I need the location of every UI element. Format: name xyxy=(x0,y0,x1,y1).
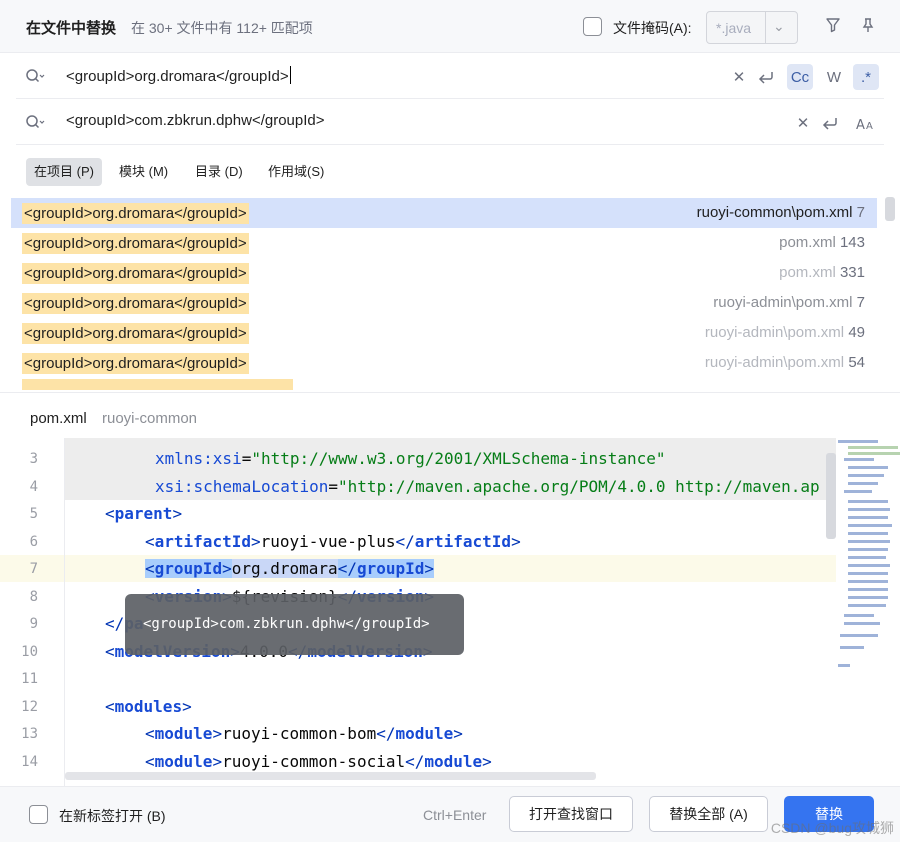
result-location: ruoyi-admin\pom.xml 54 xyxy=(704,354,865,371)
result-location: pom.xml 331 xyxy=(779,264,865,281)
editor-horizontal-scrollbar[interactable] xyxy=(65,772,596,780)
result-match: <groupId>org.dromara</groupId> xyxy=(22,233,249,254)
line-number: 8 xyxy=(29,589,38,605)
replace-all-button[interactable]: 替换全部 (A) xyxy=(649,796,768,832)
code-line-4: xsi:schemaLocation="http://maven.apache.… xyxy=(155,477,820,496)
result-match: <groupId>org.dromara</groupId> xyxy=(22,263,249,284)
code-line-14: <module>ruoyi-common-social</module> xyxy=(145,752,492,771)
result-row[interactable]: <groupId>org.dromara</groupId> pom.xml 1… xyxy=(11,228,877,258)
result-row[interactable]: <groupId>org.dromara</groupId> ruoyi-adm… xyxy=(11,288,877,318)
result-location: ruoyi-admin\pom.xml 7 xyxy=(713,294,865,311)
line-number: 3 xyxy=(29,451,38,467)
code-line-7: <groupId>org.dromara</groupId> xyxy=(145,559,435,578)
tab-in-project[interactable]: 在项目 (P) xyxy=(26,158,102,186)
result-match: <groupId>org.dromara</groupId> xyxy=(22,203,249,224)
replacement-preview-tooltip: <groupId>com.zbkrun.dphw</groupId> xyxy=(125,594,464,655)
newline-icon[interactable] xyxy=(753,64,779,90)
line-number: 10 xyxy=(21,644,38,660)
line-number: 12 xyxy=(21,699,38,715)
replace-history-icon[interactable] xyxy=(24,111,46,133)
line-number: 11 xyxy=(21,671,38,687)
search-history-icon[interactable] xyxy=(24,65,46,87)
clear-replace-icon[interactable]: ✕ xyxy=(790,110,816,136)
open-in-new-tab-checkbox[interactable] xyxy=(29,805,48,824)
search-input[interactable]: <groupId>org.dromara</groupId> xyxy=(66,66,291,85)
result-row[interactable]: <groupId>org.dromara</groupId> ruoyi-adm… xyxy=(11,318,877,348)
code-line-13: <module>ruoyi-common-bom</module> xyxy=(145,724,463,743)
result-match: <groupId>org.dromara</groupId> xyxy=(22,293,249,314)
result-location: ruoyi-common\pom.xml 7 xyxy=(696,204,865,221)
preserve-case-icon[interactable]: AA xyxy=(853,110,879,136)
code-line-3: xmlns:xsi="http://www.w3.org/2001/XMLSch… xyxy=(155,449,666,468)
result-match: <groupId>org.dromara</groupId> xyxy=(22,323,249,344)
result-row[interactable]: <groupId>org.dromara</groupId> ruoyi-com… xyxy=(11,198,877,228)
tooltip-text: <groupId>com.zbkrun.dphw</groupId> xyxy=(143,616,430,632)
svg-text:A: A xyxy=(856,118,865,131)
tab-directory[interactable]: 目录 (D) xyxy=(187,158,251,186)
chevron-down-icon[interactable]: ⌄ xyxy=(773,18,785,35)
preview-header: pom.xml ruoyi-common xyxy=(0,392,900,438)
text-caret xyxy=(289,66,291,84)
result-row[interactable]: <groupId>org.dromara</groupId> ruoyi-adm… xyxy=(11,348,877,378)
words-toggle[interactable]: W xyxy=(821,64,847,90)
preview-module-name: ruoyi-common xyxy=(102,410,198,427)
result-row[interactable]: <groupId>org.dromara</groupId> pom.xml 3… xyxy=(11,258,877,288)
replace-row: <groupId>com.zbkrun.dphw</groupId> ✕ AA xyxy=(16,99,884,145)
match-case-toggle[interactable]: Cc xyxy=(787,64,813,90)
dialog-footer: 在新标签打开 (B) Ctrl+Enter 打开查找窗口 替换全部 (A) 替换… xyxy=(0,786,900,842)
result-match-partial xyxy=(22,379,293,390)
line-number: 5 xyxy=(29,506,38,522)
file-mask-combo[interactable]: *.java ⌄ xyxy=(706,11,798,44)
results-list: <groupId>org.dromara</groupId> ruoyi-com… xyxy=(11,198,877,390)
dialog-title: 在文件中替换 xyxy=(26,20,117,37)
file-mask-checkbox[interactable] xyxy=(583,17,602,36)
result-location: pom.xml 143 xyxy=(779,234,865,251)
clear-search-icon[interactable]: ✕ xyxy=(726,64,752,90)
pin-icon[interactable] xyxy=(857,14,879,36)
results-scrollbar[interactable] xyxy=(885,197,895,221)
file-mask-label: 文件掩码(A): xyxy=(613,20,692,36)
search-row: <groupId>org.dromara</groupId> ✕ Cc W .* xyxy=(16,53,884,99)
filter-icon[interactable] xyxy=(822,14,844,36)
line-number: 4 xyxy=(29,479,38,495)
line-number: 13 xyxy=(21,726,38,742)
open-find-window-button[interactable]: 打开查找窗口 xyxy=(509,796,633,832)
regex-toggle[interactable]: .* xyxy=(853,64,879,90)
match-summary: 在 30+ 文件中有 112+ 匹配项 xyxy=(131,20,313,36)
result-location: ruoyi-admin\pom.xml 49 xyxy=(704,324,865,341)
editor-scrollbar[interactable] xyxy=(826,453,836,539)
watermark: CSDN @bug攻城狮 xyxy=(770,820,894,836)
svg-text:A: A xyxy=(866,121,873,131)
shortcut-hint: Ctrl+Enter xyxy=(423,807,487,823)
code-minimap[interactable] xyxy=(836,438,900,678)
code-line-6: <artifactId>ruoyi-vue-plus</artifactId> xyxy=(145,532,521,551)
code-line-5: <parent> xyxy=(105,504,183,523)
open-in-new-tab-label: 在新标签打开 (B) xyxy=(59,808,166,824)
preview-file-name: pom.xml xyxy=(30,410,87,427)
file-mask-value: *.java xyxy=(716,20,752,36)
newline-icon[interactable] xyxy=(817,110,843,136)
line-number: 14 xyxy=(21,754,38,770)
code-line-12: <modules> xyxy=(105,697,192,716)
line-number: 7 xyxy=(29,561,38,577)
tab-module[interactable]: 模块 (M) xyxy=(111,158,176,186)
title-bar: 在文件中替换 在 30+ 文件中有 112+ 匹配项 文件掩码(A): *.ja… xyxy=(0,0,900,53)
replace-input[interactable]: <groupId>com.zbkrun.dphw</groupId> xyxy=(66,112,325,129)
line-number: 9 xyxy=(29,616,38,632)
tab-scope[interactable]: 作用域(S) xyxy=(260,158,332,186)
line-number: 6 xyxy=(29,534,38,550)
result-match: <groupId>org.dromara</groupId> xyxy=(22,353,249,374)
